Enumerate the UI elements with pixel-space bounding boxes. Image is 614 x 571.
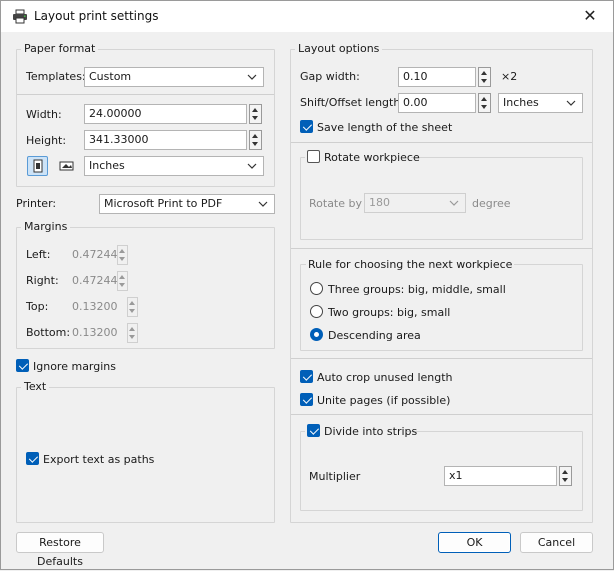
- paper-units-dropdown[interactable]: Inches: [84, 156, 264, 176]
- multiplier-stepper[interactable]: [559, 466, 572, 486]
- shift-offset-label: Shift/Offset length:: [300, 96, 405, 109]
- auto-crop-checkbox[interactable]: [300, 370, 313, 383]
- printer-icon: [13, 9, 27, 24]
- close-icon: ✕: [583, 6, 597, 25]
- rotate-by-label: Rotate by: [309, 197, 363, 210]
- rule-descending-area-label[interactable]: Descending area: [328, 329, 421, 342]
- width-label: Width:: [26, 108, 62, 121]
- cancel-button[interactable]: Cancel: [520, 532, 593, 553]
- layout-divider-3: [291, 358, 592, 359]
- rule-two-groups-radio[interactable]: [310, 305, 323, 318]
- rotate-by-dropdown[interactable]: 180: [364, 193, 466, 213]
- ignore-margins-label[interactable]: Ignore margins: [33, 360, 116, 373]
- margin-left-value[interactable]: 0.47244: [72, 248, 118, 261]
- margin-right-value[interactable]: 0.47244: [72, 274, 118, 287]
- paper-format-label: Paper format: [21, 42, 99, 55]
- title-bar: Layout print settings ✕: [1, 1, 613, 32]
- divide-strips-label[interactable]: Divide into strips: [324, 425, 417, 438]
- multiplier-value: x1: [449, 469, 463, 482]
- chevron-down-icon: [258, 201, 268, 207]
- divide-strips-checkbox[interactable]: [307, 424, 320, 437]
- layout-options-label: Layout options: [295, 42, 383, 55]
- height-label: Height:: [26, 134, 67, 147]
- margin-bottom-stepper[interactable]: [127, 323, 138, 343]
- rule-three-groups-label[interactable]: Three groups: big, middle, small: [328, 283, 506, 296]
- shift-units-value: Inches: [503, 96, 539, 109]
- margin-bottom-value[interactable]: 0.13200: [72, 326, 118, 339]
- gap-width-field[interactable]: 0.10: [398, 67, 476, 87]
- height-field[interactable]: 341.33000: [84, 130, 247, 150]
- printer-value: Microsoft Print to PDF: [104, 197, 223, 210]
- text-group-label: Text: [21, 380, 50, 393]
- landscape-icon: [59, 161, 74, 171]
- multiplier-label: Multiplier: [309, 470, 361, 483]
- rotate-unit-label: degree: [472, 197, 511, 210]
- chevron-down-icon: [449, 200, 459, 206]
- rule-descending-area-radio[interactable]: [310, 328, 323, 341]
- shift-units-dropdown[interactable]: Inches: [498, 93, 583, 113]
- chevron-down-icon: [247, 163, 257, 169]
- gap-width-stepper[interactable]: [478, 67, 491, 87]
- margin-top-value[interactable]: 0.13200: [72, 300, 118, 313]
- ok-button[interactable]: OK: [438, 532, 511, 553]
- templates-dropdown[interactable]: Custom: [84, 67, 264, 87]
- margin-top-stepper[interactable]: [127, 297, 138, 317]
- paper-format-divider: [17, 94, 274, 95]
- save-length-checkbox[interactable]: [300, 120, 313, 133]
- rotate-workpiece-label[interactable]: Rotate workpiece: [324, 151, 420, 164]
- window-title: Layout print settings: [34, 9, 159, 23]
- margin-bottom-label: Bottom:: [26, 326, 71, 339]
- export-text-label[interactable]: Export text as paths: [43, 453, 154, 466]
- rule-two-groups-label[interactable]: Two groups: big, small: [328, 306, 450, 319]
- margin-right-label: Right:: [26, 274, 59, 287]
- chevron-down-icon: [247, 74, 257, 80]
- layout-divider-4: [291, 414, 592, 415]
- margins-label: Margins: [21, 220, 71, 233]
- rotate-by-value: 180: [369, 196, 390, 209]
- unite-pages-checkbox[interactable]: [300, 393, 313, 406]
- save-length-label[interactable]: Save length of the sheet: [317, 121, 452, 134]
- gap-width-suffix: ×2: [501, 70, 518, 83]
- portrait-icon: [33, 159, 43, 173]
- shift-offset-field[interactable]: 0.00: [398, 93, 476, 113]
- layout-divider-1: [291, 142, 592, 143]
- rotate-workpiece-checkbox[interactable]: [307, 150, 320, 163]
- layout-divider-2: [291, 248, 592, 249]
- shift-offset-stepper[interactable]: [478, 93, 491, 113]
- export-text-checkbox[interactable]: [26, 452, 39, 465]
- height-value: 341.33000: [89, 133, 149, 146]
- margin-left-stepper[interactable]: [117, 245, 128, 265]
- templates-label: Templates:: [26, 70, 86, 83]
- width-value: 24.00000: [89, 107, 142, 120]
- unite-pages-label[interactable]: Unite pages (if possible): [317, 394, 450, 407]
- width-field[interactable]: 24.00000: [84, 104, 247, 124]
- dialog-window: Layout print settings ✕ Paper format Tem…: [0, 0, 614, 570]
- margin-left-label: Left:: [26, 248, 51, 261]
- rule-group-label: Rule for choosing the next workpiece: [306, 258, 515, 271]
- landscape-orientation-button[interactable]: [56, 156, 77, 176]
- paper-units-value: Inches: [89, 159, 125, 172]
- auto-crop-label[interactable]: Auto crop unused length: [317, 371, 453, 384]
- margin-top-label: Top:: [26, 300, 49, 313]
- height-stepper[interactable]: [249, 130, 262, 150]
- multiplier-field[interactable]: x1: [444, 466, 557, 486]
- printer-label: Printer:: [16, 197, 57, 210]
- gap-width-label: Gap width:: [300, 70, 360, 83]
- rule-three-groups-radio[interactable]: [310, 282, 323, 295]
- ignore-margins-checkbox[interactable]: [16, 359, 29, 372]
- printer-dropdown[interactable]: Microsoft Print to PDF: [99, 194, 275, 214]
- width-stepper[interactable]: [249, 104, 262, 124]
- chevron-down-icon: [566, 100, 576, 106]
- shift-offset-value: 0.00: [403, 96, 428, 109]
- templates-value: Custom: [89, 70, 132, 83]
- close-button[interactable]: ✕: [567, 1, 613, 32]
- margin-right-stepper[interactable]: [117, 271, 128, 291]
- restore-defaults-button[interactable]: Restore Defaults: [16, 532, 104, 568]
- gap-width-value: 0.10: [403, 70, 428, 83]
- portrait-orientation-button[interactable]: [27, 156, 48, 176]
